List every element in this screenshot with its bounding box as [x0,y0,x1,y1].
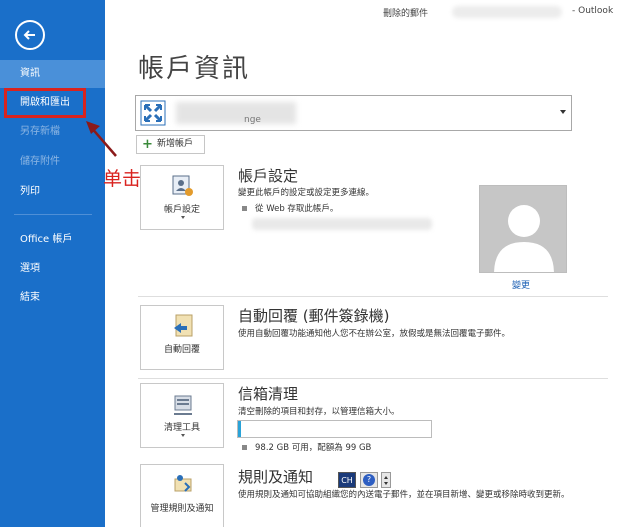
cleanup-desc: 清空刪除的項目和封存，以管理信箱大小。 [238,407,400,417]
manage-rules-tile-label: 管理規則及通知 [150,504,214,514]
account-settings-tile-label: 帳戶設定 [163,205,200,215]
bullet-icon [242,445,247,450]
chevron-down-icon [181,216,185,219]
section-divider [138,378,608,379]
sidebar-divider [14,214,92,215]
auto-reply-tile-label: 自動回覆 [163,345,200,355]
highlight-box [4,88,86,118]
chevron-down-icon [560,110,566,114]
window-folder-name: 刪除的郵件 [383,9,429,19]
add-account-label: 新增帳戶 [157,139,194,149]
plus-icon: + [142,137,153,152]
account-settings-button[interactable]: 帳戶設定 [140,165,224,230]
backstage-sidebar: 資訊 開啟和匯出 另存新檔 儲存附件 列印 Office 帳戶 選項 結束 [0,0,105,527]
rules-desc: 使用規則及通知可協助組織您的內送電子郵件，並在項目新增、變更或移除時收到更新。 [238,490,570,500]
section-divider [138,296,608,297]
manage-rules-button[interactable]: 管理規則及通知 [140,464,224,527]
language-bar[interactable]: CH ? [338,472,394,488]
profile-picture[interactable] [479,185,567,273]
window-app-name: - Outlook [572,6,614,16]
mailbox-usage-fill [238,421,241,437]
language-indicator[interactable]: CH [338,472,356,488]
web-access-text: 從 Web 存取此帳戶。 [255,204,339,214]
add-account-button[interactable]: + 新增帳戶 [136,135,205,154]
help-button[interactable]: ? [360,472,378,488]
change-photo-link[interactable]: 變更 [512,278,530,291]
back-arrow-icon [23,30,35,40]
mailbox-usage-text: 98.2 GB 可用，配額為 99 GB [255,443,372,453]
cleanup-icon [174,395,192,415]
sidebar-item-office-account[interactable]: Office 帳戶 [0,226,105,254]
mailbox-usage-bar [237,420,432,438]
redacted-url [252,218,432,230]
help-icon: ? [363,474,375,486]
annotation-label: 单击 [103,168,142,190]
account-settings-icon [172,175,193,196]
chevron-down-icon [181,434,185,437]
bullet-icon [242,206,247,211]
exchange-icon [140,100,166,126]
sidebar-item-print[interactable]: 列印 [0,178,105,206]
auto-reply-icon [174,314,193,337]
account-settings-desc: 變更此帳戶的設定或設定更多連線。 [238,188,375,198]
cleanup-tools-button[interactable]: 清理工具 [140,383,224,448]
page-title: 帳戶資訊 [138,54,251,84]
sidebar-item-info[interactable]: 資訊 [0,60,105,88]
web-access-item: 從 Web 存取此帳戶。 [242,202,338,214]
account-settings-title: 帳戶設定 [238,167,299,185]
rules-title: 規則及通知 [238,468,314,486]
account-selector[interactable]: nge [135,95,572,131]
auto-reply-title: 自動回覆 (郵件簽錄機) [238,307,390,325]
annotation-arrow-icon [86,121,117,157]
person-icon [480,186,566,272]
redacted-account [176,102,296,124]
sidebar-item-options[interactable]: 選項 [0,255,105,283]
sidebar-item-exit[interactable]: 結束 [0,284,105,312]
mailbox-usage-item: 98.2 GB 可用，配額為 99 GB [242,441,371,453]
cleanup-title: 信箱清理 [238,385,299,403]
auto-reply-desc: 使用自動回覆功能通知他人您不在辦公室，放假或是無法回覆電子郵件。 [238,329,511,339]
language-bar-options[interactable] [381,472,391,488]
cleanup-tile-label: 清理工具 [163,423,200,433]
redacted-email [452,6,562,18]
account-type: nge [244,115,261,125]
auto-reply-button[interactable]: 自動回覆 [140,305,224,370]
back-button[interactable] [15,20,45,50]
rules-icon [174,475,192,492]
